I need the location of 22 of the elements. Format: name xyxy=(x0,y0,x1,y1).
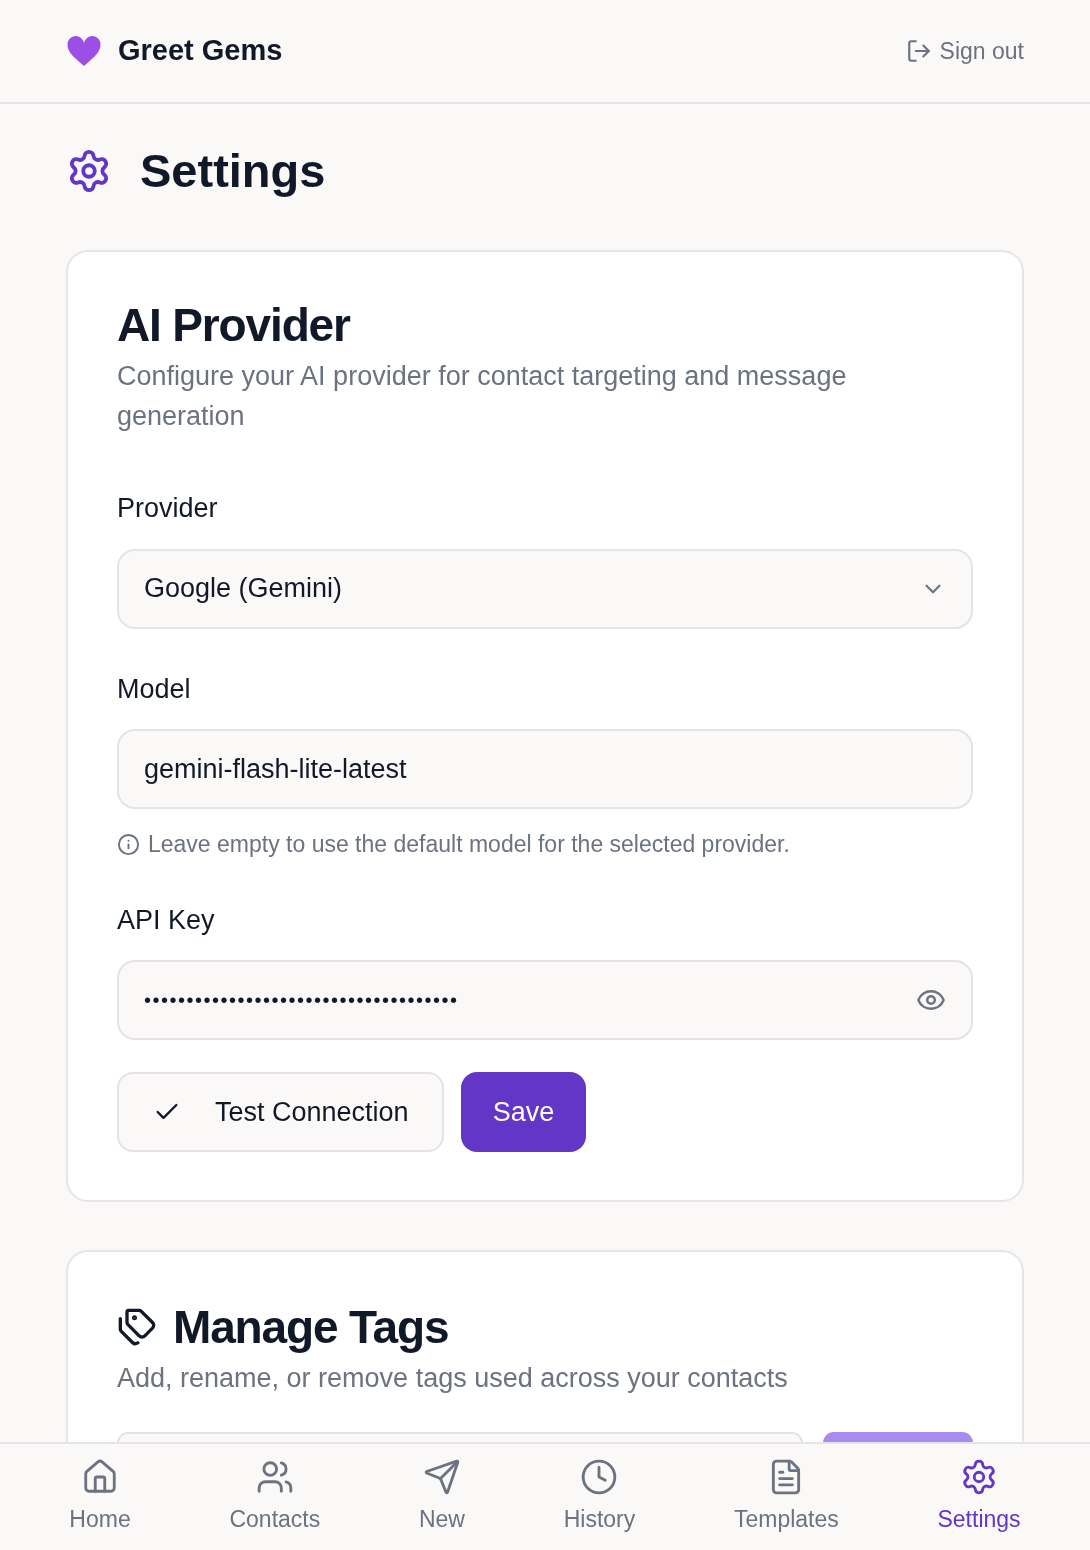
nav-tab[interactable]: History xyxy=(563,1457,636,1537)
provider-select[interactable]: Google (Gemini) xyxy=(117,548,973,629)
field-label: Provider xyxy=(117,492,219,525)
page-title: Settings xyxy=(140,142,326,199)
test-connection-button[interactable]: Test Connection xyxy=(117,1072,444,1152)
card-description: Add, rename, or remove tags used across your contacts xyxy=(117,1362,789,1395)
nav-tab[interactable]: Templates xyxy=(733,1457,839,1537)
save-button[interactable]: Save xyxy=(460,1072,587,1152)
api-key-field[interactable]: ••••••••••••••••••••••••••••••••••••• xyxy=(117,960,973,1040)
nav-tab[interactable]: Home xyxy=(69,1457,131,1537)
card-description: Configure your AI provider for contact targeting and message generation xyxy=(117,360,848,433)
card-title: Manage Tags xyxy=(173,1300,449,1354)
model-field[interactable]: gemini-flash-lite-latest xyxy=(117,729,973,809)
field-label: API Key xyxy=(117,903,216,937)
sign-out-button[interactable]: Sign out xyxy=(905,33,1024,69)
nav-tab[interactable]: New xyxy=(418,1457,465,1537)
card-title: AI Provider xyxy=(117,298,352,352)
field-label: Model xyxy=(117,672,192,706)
nav-tab[interactable]: Contacts xyxy=(229,1457,321,1537)
nav-tab[interactable]: Settings xyxy=(937,1457,1021,1537)
app-name: Greet Gems xyxy=(118,33,283,69)
model-hint: Leave empty to use the default model for the selected provider. xyxy=(148,830,790,859)
